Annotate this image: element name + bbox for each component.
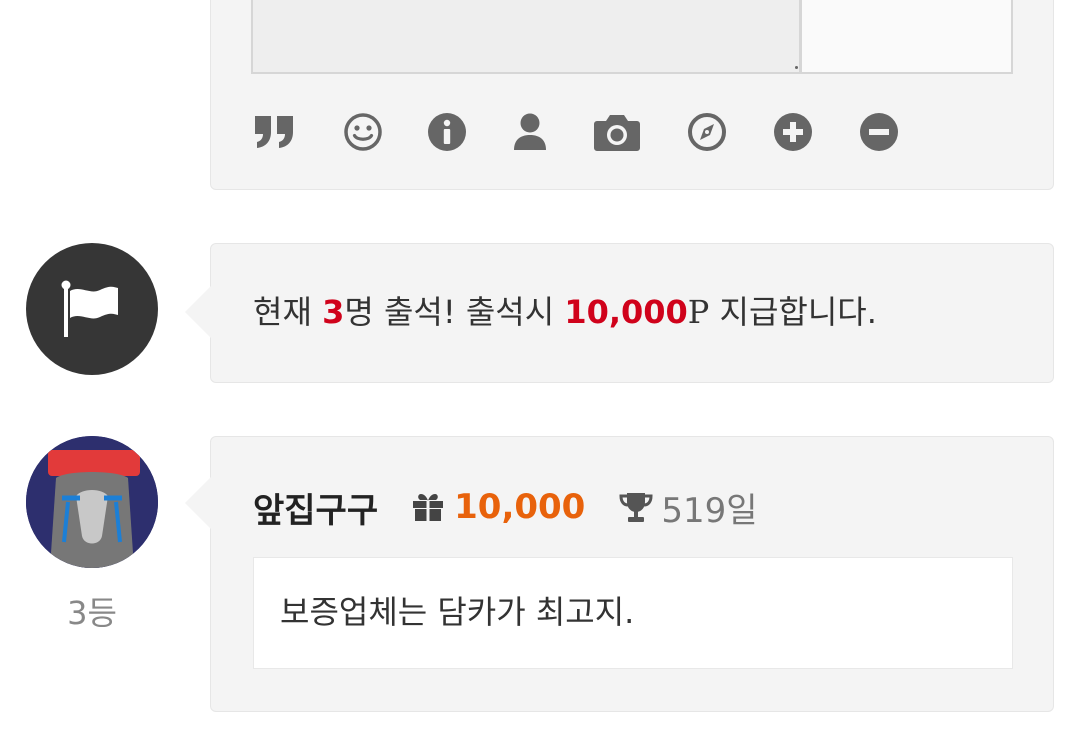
attendance-notice-text: 현재 3명 출석! 출석시 10,000P 지급합니다. [253,292,877,332]
comment-body: 보증업체는 담카가 최고지. [253,557,1013,669]
flag-icon [61,280,118,337]
points-unit: P [687,293,710,331]
notice-prefix: 현재 [253,293,323,331]
comment-header: 앞집구구 10,000 519일 [253,483,1013,532]
page: 현재 3명 출석! 출석시 10,000P 지급합니다. 3등 앞집구구 10,… [0,0,1079,742]
notice-middle: 명 출석! 출석시 [344,293,565,331]
attendance-flag-avatar [26,243,158,375]
trophy-icon [619,493,653,522]
smiley-icon[interactable] [339,109,387,155]
comment-editor-panel [210,0,1054,190]
user-icon[interactable] [506,109,554,155]
editor-toolbar [251,109,951,159]
attendance-notice-bubble: 현재 3명 출석! 출석시 10,000P 지급합니다. [185,243,1054,383]
comment-textarea[interactable] [251,0,801,74]
points-value: 10,000 [454,487,586,527]
camera-icon[interactable] [593,109,641,155]
textarea-resize-handle[interactable] [795,66,798,69]
submit-area[interactable] [801,0,1013,74]
attendance-days: 519일 [661,490,758,531]
attendance-count: 3 [322,293,345,331]
attendance-points: 10,000 [564,293,688,331]
plus-circle-icon[interactable] [769,109,817,155]
quote-icon[interactable] [251,109,299,155]
minus-circle-icon[interactable] [855,109,903,155]
comment-bubble: 앞집구구 10,000 519일 보증업체는 담카가 최고지. [185,436,1054,712]
compass-icon[interactable] [683,109,731,155]
notice-suffix: 지급합니다. [709,293,877,331]
comment-text: 보증업체는 담카가 최고지. [280,593,635,631]
avatar[interactable] [26,436,158,568]
rank-label: 3등 [67,594,117,632]
gift-icon [413,494,444,521]
info-icon[interactable] [423,109,471,155]
author-name[interactable]: 앞집구구 [253,483,378,532]
avatar-image [26,436,158,568]
